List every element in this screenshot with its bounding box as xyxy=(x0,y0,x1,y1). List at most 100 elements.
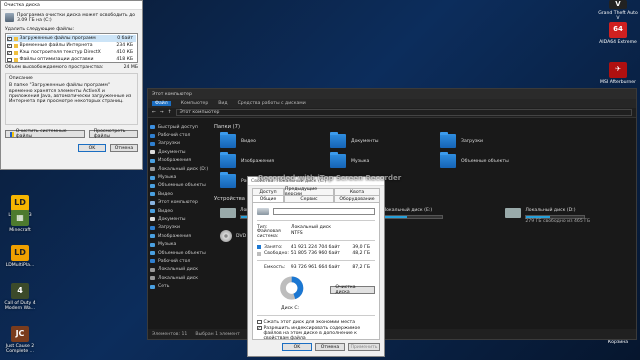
cleanup-ok-button[interactable]: OK xyxy=(78,144,106,153)
sidebar-item-label: Быстрый доступ xyxy=(158,124,198,130)
view-files-button[interactable]: Просмотреть файлы xyxy=(88,129,138,139)
desktop-icon-label: AIDA64 Extreme xyxy=(599,40,637,45)
folder-item[interactable]: Музыка xyxy=(330,152,430,168)
status-selected: Выбран 1 элемент xyxy=(195,331,240,337)
desktop-icon-cod4[interactable]: 4 Call of Duty 4 Modern Wa... xyxy=(0,283,40,312)
sidebar-item[interactable]: Этот компьютер xyxy=(150,199,204,207)
props-ok-button[interactable]: OK xyxy=(282,343,312,351)
folder-item[interactable]: Документы xyxy=(330,132,430,148)
sidebar-item[interactable]: Рабочий стол xyxy=(150,131,204,139)
tab-quota[interactable]: Квота xyxy=(334,188,380,195)
back-icon[interactable]: ← xyxy=(152,110,156,115)
sidebar-item[interactable]: Музыка xyxy=(150,173,204,181)
sidebar-item-icon xyxy=(150,209,155,214)
index-label: Разрешить индексировать содержимое файло… xyxy=(263,325,361,341)
folder-item[interactable]: Изображения xyxy=(220,152,320,168)
drive-item[interactable]: Локальный диск (D:) 279 ГБ свободно из 46… xyxy=(505,208,630,224)
compress-checkbox[interactable] xyxy=(257,319,262,325)
sidebar-item[interactable]: Изображения xyxy=(150,157,204,165)
up-icon[interactable]: ↑ xyxy=(168,110,172,115)
ribbon-tab-view[interactable]: Вид xyxy=(218,101,227,106)
file-list-row[interactable]: ✓ Загруженные файлы программ 0 байт xyxy=(7,35,136,43)
forward-icon[interactable]: → xyxy=(160,110,164,115)
file-list-row[interactable]: Файлы оптимизации доставки 418 КБ xyxy=(7,56,136,63)
ribbon-tab-computer[interactable]: Компьютер xyxy=(181,101,209,106)
sidebar-item-icon xyxy=(150,200,155,205)
folder-item[interactable]: Загрузки xyxy=(440,132,540,148)
cleanup-cancel-button[interactable]: Отмена xyxy=(110,144,138,153)
capacity-label: Емкость: xyxy=(264,264,286,270)
explorer-titlebar[interactable]: Этот компьютер xyxy=(148,89,636,99)
compress-row[interactable]: Сжать этот диск для экономии места xyxy=(257,319,375,326)
sidebar-item-icon xyxy=(150,192,155,197)
sidebar-item[interactable]: Документы xyxy=(150,148,204,156)
sidebar-item-icon xyxy=(150,141,155,146)
tab-hardware[interactable]: Оборудование xyxy=(334,195,380,202)
desktop-icon-minecraft[interactable]: ▦ Minecraft xyxy=(0,210,40,233)
sidebar-item-icon xyxy=(150,158,155,163)
sidebar-item[interactable]: Локальный диск xyxy=(150,274,204,282)
folder-label: Музыка xyxy=(351,158,370,164)
capacity-spacer xyxy=(257,265,261,269)
file-checkbox[interactable]: ✓ xyxy=(7,37,12,42)
tab-sharing[interactable]: Доступ xyxy=(252,188,284,195)
clean-system-files-button[interactable]: Очистить системные файлы xyxy=(5,129,85,139)
sidebar-item[interactable]: Рабочий стол xyxy=(150,257,204,265)
file-list-row[interactable]: ✓ Временные файлы Интернета 234 КБ xyxy=(7,42,136,49)
sidebar-item[interactable]: Видео xyxy=(150,190,204,198)
sidebar-item[interactable]: Сеть xyxy=(150,282,204,290)
file-name: Временные файлы Интернета xyxy=(19,43,93,49)
sidebar-item[interactable]: Музыка xyxy=(150,240,204,248)
free-label: Свободно: xyxy=(264,251,289,257)
ribbon-tab-file[interactable]: Файл xyxy=(152,101,171,106)
drive-usage-fill xyxy=(526,216,550,218)
sidebar-item[interactable]: Документы xyxy=(150,215,204,223)
sidebar-item-label: Этот компьютер xyxy=(158,200,198,206)
cleanup-titlebar[interactable]: Очистка диска xyxy=(1,1,142,10)
file-checkbox[interactable]: ✓ xyxy=(7,44,12,49)
folder-item[interactable]: Видео xyxy=(220,132,320,148)
folder-icon xyxy=(220,152,236,168)
desktop-icon-gta5[interactable]: V Grand Theft Auto V xyxy=(598,0,638,22)
tab-previous-versions[interactable]: Предыдущие версии xyxy=(284,187,334,197)
desktop-icon-label: Grand Theft Auto V xyxy=(598,11,638,22)
file-name: Кэш построителя текстур DirectX xyxy=(19,50,101,56)
props-apply-button[interactable]: Применить xyxy=(348,343,380,351)
folder-icon xyxy=(440,152,456,168)
disk-cleanup-dialog: Очистка диска Программа очистки диска мо… xyxy=(0,0,143,170)
used-gb: 39,0 ГБ xyxy=(352,244,370,250)
sidebar-item[interactable]: Локальный диск (D:) xyxy=(150,165,208,173)
disk-cleanup-icon xyxy=(5,13,14,22)
desktop-icon-aida64[interactable]: 64 AIDA64 Extreme xyxy=(598,22,638,45)
desktop-icon-ldmultiplayer[interactable]: LD LDMultiPla... xyxy=(0,245,40,268)
folders-section-header[interactable]: Папки (7) xyxy=(214,124,630,130)
sidebar-item[interactable]: Видео xyxy=(150,207,204,215)
sidebar-item[interactable]: Локальный диск xyxy=(150,266,204,274)
file-list-row[interactable]: ✓ Кэш построителя текстур DirectX 410 КБ xyxy=(7,49,136,56)
sidebar-item[interactable]: Быстрый доступ xyxy=(150,123,204,131)
used-label: Занято: xyxy=(264,244,283,250)
desktop-icon-justcause2[interactable]: JC Just Cause 2 Complete ... xyxy=(0,326,40,355)
sidebar-item[interactable]: Объемные объекты xyxy=(150,182,206,190)
index-checkbox[interactable]: ✓ xyxy=(257,325,262,330)
disk-cleanup-button[interactable]: Очистка диска xyxy=(330,285,375,295)
drive-name-input[interactable] xyxy=(273,208,375,215)
file-checkbox[interactable] xyxy=(7,57,12,63)
desktop-icon-msi-afterburner[interactable]: ✈ MSI Afterburner xyxy=(598,62,638,85)
total-label: Объем высвобождаемого пространства: xyxy=(5,64,104,70)
file-checkbox[interactable]: ✓ xyxy=(7,51,12,56)
sidebar-item-icon xyxy=(150,251,155,256)
sidebar-item[interactable]: Загрузки xyxy=(150,224,204,232)
index-row[interactable]: ✓ Разрешить индексировать содержимое фай… xyxy=(257,325,375,341)
address-bar[interactable]: Этот компьютер xyxy=(175,109,632,116)
ribbon-tab-drive-tools[interactable]: Средства работы с дисками xyxy=(238,101,306,106)
sidebar-item[interactable]: Изображения xyxy=(150,232,204,240)
props-cancel-button[interactable]: Отмена xyxy=(315,343,345,351)
folder-item[interactable]: Объемные объекты xyxy=(440,152,540,168)
tab-tools[interactable]: Сервис xyxy=(284,195,334,202)
sidebar-item[interactable]: Загрузки xyxy=(150,140,204,148)
disk-label: Диск C: xyxy=(281,305,300,311)
tab-general[interactable]: Общие xyxy=(252,195,284,202)
sidebar-item[interactable]: Объемные объекты xyxy=(150,249,206,257)
sidebar-item-label: Загрузки xyxy=(158,141,181,147)
